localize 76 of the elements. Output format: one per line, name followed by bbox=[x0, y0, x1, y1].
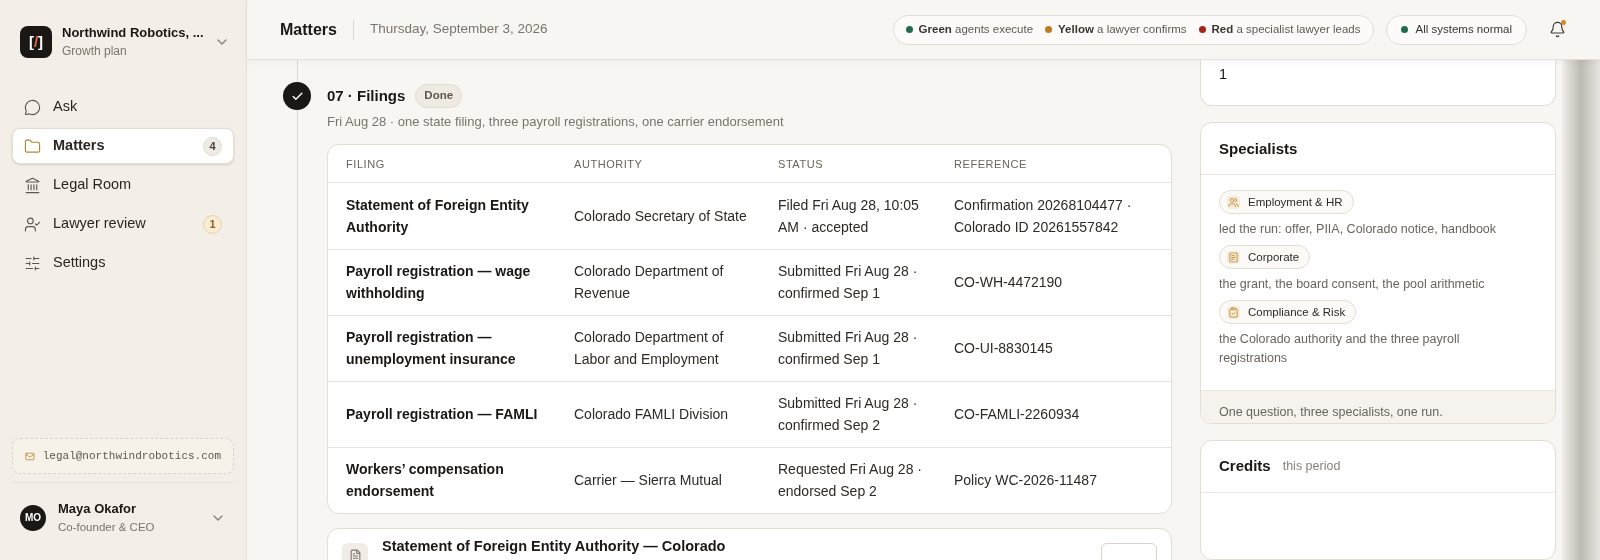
legend-label: Green agents execute bbox=[918, 21, 1034, 37]
folder-icon bbox=[24, 137, 41, 155]
table-cell-text: Colorado Secretary of State bbox=[574, 206, 748, 226]
company-name: Northwind Robotics, ... bbox=[62, 24, 204, 42]
nav-label: Lawyer review bbox=[53, 214, 147, 234]
chat-icon bbox=[24, 98, 41, 116]
table-cell-text: Submitted Fri Aug 28 · confirmed Sep 1 bbox=[778, 328, 919, 369]
nav-label: Ask bbox=[53, 97, 79, 117]
specialist-note: the grant, the board consent, the pool arithmetic bbox=[1219, 276, 1486, 294]
clipboard-icon bbox=[1227, 305, 1240, 319]
table-cell-text: Payroll registration — unemployment insurance bbox=[346, 328, 517, 369]
status-badge: Done bbox=[415, 84, 463, 108]
user-check-icon bbox=[24, 215, 41, 233]
email-address: legal@northwindrobotics.com bbox=[42, 449, 221, 464]
nav-label: Settings bbox=[53, 253, 107, 273]
table-cell-text: Colorado Department of Revenue bbox=[574, 262, 725, 303]
table-cell-text: Policy WC-2026-11487 bbox=[954, 471, 1098, 490]
date-label: Thursday, September 3, 2026 bbox=[369, 20, 548, 39]
table-cell-text: Submitted Fri Aug 28 · confirmed Sep 2 bbox=[778, 394, 919, 435]
table-cell-text: Carrier — Sierra Mutual bbox=[574, 471, 723, 490]
count-badge: 1 bbox=[203, 214, 222, 234]
plan-label: Growth plan bbox=[62, 43, 128, 60]
nav-label: Legal Room bbox=[53, 175, 133, 195]
table-cell-text: Filed Fri Aug 28, 10:05 AM · accepted bbox=[778, 195, 920, 237]
card-title: Credits bbox=[1219, 456, 1271, 477]
nav-item[interactable]: Matters 4 bbox=[12, 128, 234, 164]
step-subtitle: Fri Aug 28 · one state filing, three payroll registrations, one carrier endorsement bbox=[327, 113, 785, 131]
document-title: Statement of Foreign Entity Authority — Colorado bbox=[382, 536, 726, 555]
column-header: STATUS bbox=[778, 158, 824, 170]
nav-item[interactable]: Lawyer review 1 bbox=[12, 206, 234, 242]
table-cell-text: CO-UI-8830145 bbox=[954, 339, 1054, 358]
column-header: AUTHORITY bbox=[574, 158, 643, 170]
table-cell-text: Workers’ compensation endorsement bbox=[346, 460, 505, 501]
column-header: REFERENCE bbox=[954, 158, 1027, 170]
summary-value: 1 bbox=[1219, 66, 1228, 82]
table-cell-text: Payroll registration — wage withholding bbox=[346, 262, 532, 303]
table-cell-text: Colorado FAMLI Division bbox=[574, 405, 730, 424]
nav-label: Matters bbox=[53, 136, 106, 156]
people-icon bbox=[1227, 195, 1240, 209]
count-badge: 4 bbox=[203, 136, 222, 156]
company-logo: [/] bbox=[20, 26, 52, 58]
status-label: All systems normal bbox=[1415, 21, 1512, 37]
table-cell-text: Submitted Fri Aug 28 · confirmed Sep 1 bbox=[778, 262, 919, 303]
tag-label: Corporate bbox=[1248, 249, 1300, 265]
document-card[interactable]: Statement of Foreign Entity Authority — Colorado bbox=[327, 527, 1172, 560]
step-title: 07 · Filings bbox=[327, 85, 406, 106]
tag-label: Compliance & Risk bbox=[1248, 304, 1346, 320]
specialist-note: the Colorado authority and the three payroll registrations bbox=[1219, 331, 1461, 368]
footer-text: One question, three specialists, one run. bbox=[1219, 404, 1443, 422]
user-role: Co-founder & CEO bbox=[58, 519, 156, 535]
table-cell-text: Requested Fri Aug 28 · endorsed Sep 2 bbox=[778, 460, 923, 501]
nav-item[interactable]: Legal Room bbox=[12, 167, 234, 203]
table-cell-text: Payroll registration — FAMLI bbox=[346, 405, 539, 424]
email-chip[interactable]: legal@northwindrobotics.com bbox=[12, 438, 234, 475]
table-cell-text: CO-WH-4472190 bbox=[954, 273, 1064, 292]
legend-label: Yellow a lawyer confirms bbox=[1058, 21, 1187, 37]
specialist-note: led the run: offer, PIIA, Colorado notice, handbook bbox=[1219, 221, 1498, 239]
legend-label: Red a specialist lawyer leads bbox=[1211, 21, 1361, 37]
table-cell-text: Statement of Foreign Entity Authority bbox=[346, 195, 530, 237]
sliders-icon bbox=[24, 254, 41, 272]
card-title: Specialists bbox=[1219, 138, 1298, 159]
card-subtitle: this period bbox=[1282, 458, 1341, 476]
receipt-icon bbox=[1227, 250, 1240, 264]
column-header: FILING bbox=[346, 158, 385, 170]
user-name: Maya Okafor bbox=[58, 500, 138, 519]
nav-item[interactable]: Settings bbox=[12, 245, 234, 281]
avatar: MO bbox=[20, 504, 46, 531]
table-cell-text: Colorado Department of Labor and Employment bbox=[574, 328, 725, 369]
page-title: Matters bbox=[280, 19, 337, 40]
tag-label: Employment & HR bbox=[1248, 194, 1343, 210]
table-cell-text: CO-FAMLI-2260934 bbox=[954, 405, 1081, 424]
bell-icon bbox=[1548, 21, 1566, 38]
document-icon bbox=[348, 549, 362, 560]
table-cell-text: Confirmation 20268104477 · Colorado ID 20261557842 bbox=[954, 195, 1133, 237]
bank-icon bbox=[24, 176, 41, 194]
nav-item[interactable]: Ask bbox=[12, 89, 234, 125]
